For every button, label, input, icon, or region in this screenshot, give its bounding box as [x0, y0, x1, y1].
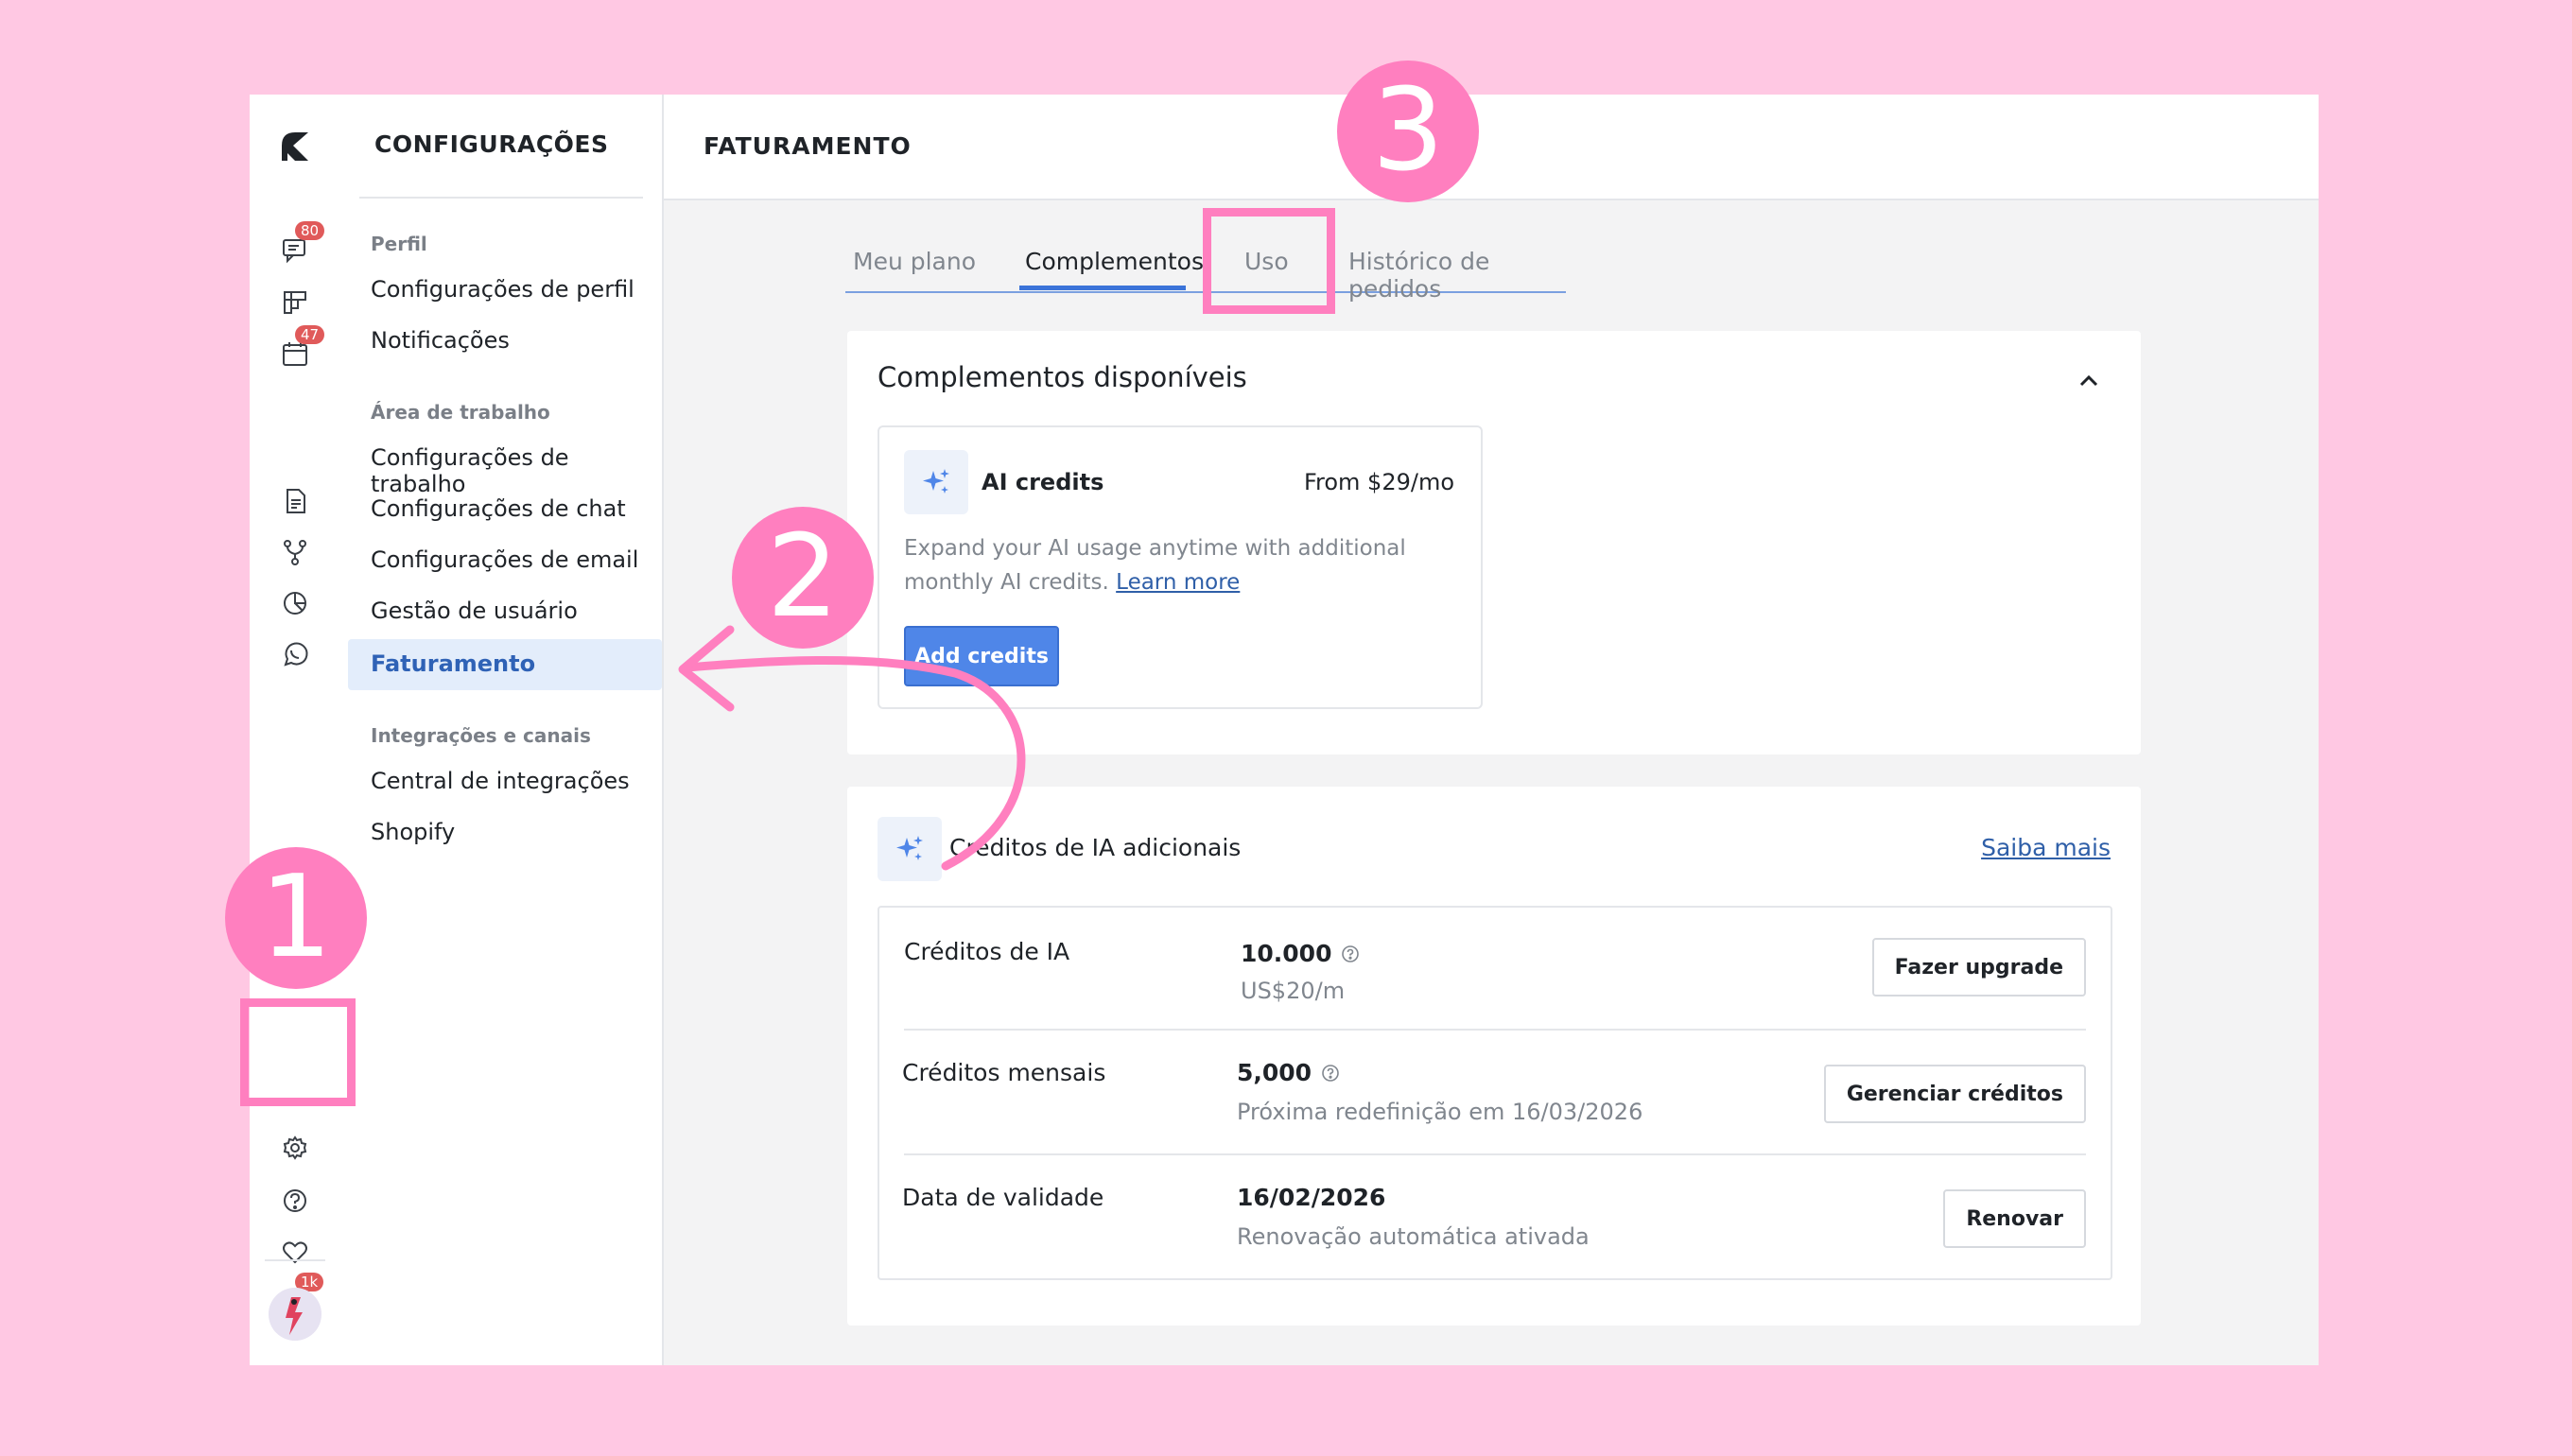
annotation-step-3: 3 [1337, 61, 1479, 202]
annotation-step-1: 1 [225, 847, 367, 989]
annotation-box-usage-tab [1203, 208, 1335, 314]
annotation-box-settings [240, 998, 356, 1106]
annotation-step-2: 2 [732, 507, 874, 649]
